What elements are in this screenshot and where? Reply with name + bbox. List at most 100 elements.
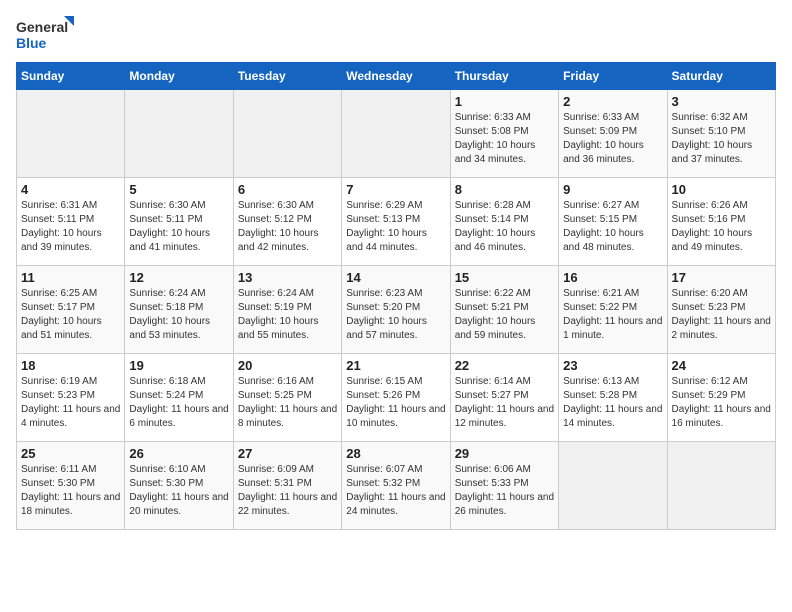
calendar-cell: 8 Sunrise: 6:28 AMSunset: 5:14 PMDaylight…	[450, 178, 558, 266]
day-info: Sunrise: 6:21 AMSunset: 5:22 PMDaylight:…	[563, 287, 662, 343]
day-info: Sunrise: 6:15 AMSunset: 5:26 PMDaylight:…	[346, 375, 445, 431]
calendar-cell: 24 Sunrise: 6:12 AMSunset: 5:29 PMDayligh…	[667, 354, 775, 442]
day-number: 6	[238, 182, 337, 197]
day-number: 17	[672, 270, 771, 285]
calendar-cell: 16 Sunrise: 6:21 AMSunset: 5:22 PMDayligh…	[559, 266, 667, 354]
day-info: Sunrise: 6:26 AMSunset: 5:16 PMDaylight:…	[672, 199, 771, 255]
calendar-cell: 20 Sunrise: 6:16 AMSunset: 5:25 PMDayligh…	[233, 354, 341, 442]
page-header: GeneralBlue	[16, 16, 776, 52]
day-info: Sunrise: 6:25 AMSunset: 5:17 PMDaylight:…	[21, 287, 120, 343]
day-info: Sunrise: 6:23 AMSunset: 5:20 PMDaylight:…	[346, 287, 445, 343]
day-info: Sunrise: 6:31 AMSunset: 5:11 PMDaylight:…	[21, 199, 120, 255]
day-info: Sunrise: 6:13 AMSunset: 5:28 PMDaylight:…	[563, 375, 662, 431]
calendar-week-row: 1Sunrise: 6:33 AMSunset: 5:08 PMDaylight…	[17, 90, 776, 178]
day-number: 14	[346, 270, 445, 285]
logo-svg: GeneralBlue	[16, 16, 76, 52]
day-info: Sunrise: 6:24 AMSunset: 5:18 PMDaylight:…	[129, 287, 228, 343]
calendar-cell	[17, 90, 125, 178]
day-number: 7	[346, 182, 445, 197]
calendar-cell: 26 Sunrise: 6:10 AMSunset: 5:30 PMDayligh…	[125, 442, 233, 530]
day-number: 13	[238, 270, 337, 285]
day-number: 26	[129, 446, 228, 461]
calendar-table: SundayMondayTuesdayWednesdayThursdayFrid…	[16, 62, 776, 530]
day-number: 22	[455, 358, 554, 373]
calendar-cell: 17 Sunrise: 6:20 AMSunset: 5:23 PMDayligh…	[667, 266, 775, 354]
calendar-header-sunday: Sunday	[17, 63, 125, 90]
day-info: Sunrise: 6:33 AMSunset: 5:09 PMDaylight:…	[563, 111, 662, 167]
calendar-cell: 1Sunrise: 6:33 AMSunset: 5:08 PMDaylight…	[450, 90, 558, 178]
day-number: 24	[672, 358, 771, 373]
day-info: Sunrise: 6:32 AMSunset: 5:10 PMDaylight:…	[672, 111, 771, 167]
day-info: Sunrise: 6:19 AMSunset: 5:23 PMDaylight:…	[21, 375, 120, 431]
calendar-cell: 13 Sunrise: 6:24 AMSunset: 5:19 PMDayligh…	[233, 266, 341, 354]
svg-text:Blue: Blue	[16, 35, 47, 51]
calendar-cell: 28 Sunrise: 6:07 AMSunset: 5:32 PMDayligh…	[342, 442, 450, 530]
calendar-cell: 15 Sunrise: 6:22 AMSunset: 5:21 PMDayligh…	[450, 266, 558, 354]
calendar-cell: 5 Sunrise: 6:30 AMSunset: 5:11 PMDaylight…	[125, 178, 233, 266]
calendar-cell: 7 Sunrise: 6:29 AMSunset: 5:13 PMDaylight…	[342, 178, 450, 266]
day-info: Sunrise: 6:22 AMSunset: 5:21 PMDaylight:…	[455, 287, 554, 343]
logo: GeneralBlue	[16, 16, 76, 52]
calendar-header-monday: Monday	[125, 63, 233, 90]
day-number: 28	[346, 446, 445, 461]
day-info: Sunrise: 6:07 AMSunset: 5:32 PMDaylight:…	[346, 463, 445, 519]
calendar-header-saturday: Saturday	[667, 63, 775, 90]
day-number: 27	[238, 446, 337, 461]
calendar-header-friday: Friday	[559, 63, 667, 90]
calendar-cell	[559, 442, 667, 530]
calendar-cell: 3Sunrise: 6:32 AMSunset: 5:10 PMDaylight…	[667, 90, 775, 178]
day-number: 8	[455, 182, 554, 197]
day-info: Sunrise: 6:29 AMSunset: 5:13 PMDaylight:…	[346, 199, 445, 255]
calendar-cell: 9 Sunrise: 6:27 AMSunset: 5:15 PMDaylight…	[559, 178, 667, 266]
day-number: 18	[21, 358, 120, 373]
calendar-header-tuesday: Tuesday	[233, 63, 341, 90]
day-number: 23	[563, 358, 662, 373]
day-info: Sunrise: 6:30 AMSunset: 5:11 PMDaylight:…	[129, 199, 228, 255]
svg-text:General: General	[16, 19, 68, 35]
day-number: 25	[21, 446, 120, 461]
calendar-cell: 29Sunrise: 6:06 AMSunset: 5:33 PMDayligh…	[450, 442, 558, 530]
calendar-week-row: 25Sunrise: 6:11 AMSunset: 5:30 PMDayligh…	[17, 442, 776, 530]
day-info: Sunrise: 6:14 AMSunset: 5:27 PMDaylight:…	[455, 375, 554, 431]
calendar-header-wednesday: Wednesday	[342, 63, 450, 90]
day-info: Sunrise: 6:10 AMSunset: 5:30 PMDaylight:…	[129, 463, 228, 519]
day-info: Sunrise: 6:27 AMSunset: 5:15 PMDaylight:…	[563, 199, 662, 255]
calendar-cell: 11Sunrise: 6:25 AMSunset: 5:17 PMDayligh…	[17, 266, 125, 354]
day-number: 16	[563, 270, 662, 285]
day-info: Sunrise: 6:24 AMSunset: 5:19 PMDaylight:…	[238, 287, 337, 343]
calendar-cell: 10 Sunrise: 6:26 AMSunset: 5:16 PMDayligh…	[667, 178, 775, 266]
calendar-cell: 21 Sunrise: 6:15 AMSunset: 5:26 PMDayligh…	[342, 354, 450, 442]
calendar-header-row: SundayMondayTuesdayWednesdayThursdayFrid…	[17, 63, 776, 90]
calendar-week-row: 4 Sunrise: 6:31 AMSunset: 5:11 PMDaylight…	[17, 178, 776, 266]
calendar-cell: 6 Sunrise: 6:30 AMSunset: 5:12 PMDaylight…	[233, 178, 341, 266]
day-info: Sunrise: 6:16 AMSunset: 5:25 PMDaylight:…	[238, 375, 337, 431]
day-info: Sunrise: 6:30 AMSunset: 5:12 PMDaylight:…	[238, 199, 337, 255]
day-number: 9	[563, 182, 662, 197]
calendar-cell: 18 Sunrise: 6:19 AMSunset: 5:23 PMDayligh…	[17, 354, 125, 442]
day-info: Sunrise: 6:33 AMSunset: 5:08 PMDaylight:…	[455, 111, 554, 167]
day-info: Sunrise: 6:28 AMSunset: 5:14 PMDaylight:…	[455, 199, 554, 255]
day-number: 10	[672, 182, 771, 197]
day-number: 20	[238, 358, 337, 373]
calendar-cell	[125, 90, 233, 178]
calendar-cell	[342, 90, 450, 178]
day-info: Sunrise: 6:20 AMSunset: 5:23 PMDaylight:…	[672, 287, 771, 343]
day-number: 19	[129, 358, 228, 373]
day-info: Sunrise: 6:12 AMSunset: 5:29 PMDaylight:…	[672, 375, 771, 431]
calendar-cell: 14 Sunrise: 6:23 AMSunset: 5:20 PMDayligh…	[342, 266, 450, 354]
calendar-week-row: 18 Sunrise: 6:19 AMSunset: 5:23 PMDayligh…	[17, 354, 776, 442]
calendar-cell: 4 Sunrise: 6:31 AMSunset: 5:11 PMDaylight…	[17, 178, 125, 266]
day-number: 29	[455, 446, 554, 461]
day-number: 12	[129, 270, 228, 285]
day-info: Sunrise: 6:09 AMSunset: 5:31 PMDaylight:…	[238, 463, 337, 519]
calendar-cell: 2Sunrise: 6:33 AMSunset: 5:09 PMDaylight…	[559, 90, 667, 178]
day-number: 4	[21, 182, 120, 197]
calendar-cell: 25Sunrise: 6:11 AMSunset: 5:30 PMDayligh…	[17, 442, 125, 530]
day-number: 21	[346, 358, 445, 373]
day-number: 15	[455, 270, 554, 285]
calendar-week-row: 11Sunrise: 6:25 AMSunset: 5:17 PMDayligh…	[17, 266, 776, 354]
calendar-cell	[233, 90, 341, 178]
calendar-cell: 12 Sunrise: 6:24 AMSunset: 5:18 PMDayligh…	[125, 266, 233, 354]
day-number: 5	[129, 182, 228, 197]
calendar-header-thursday: Thursday	[450, 63, 558, 90]
